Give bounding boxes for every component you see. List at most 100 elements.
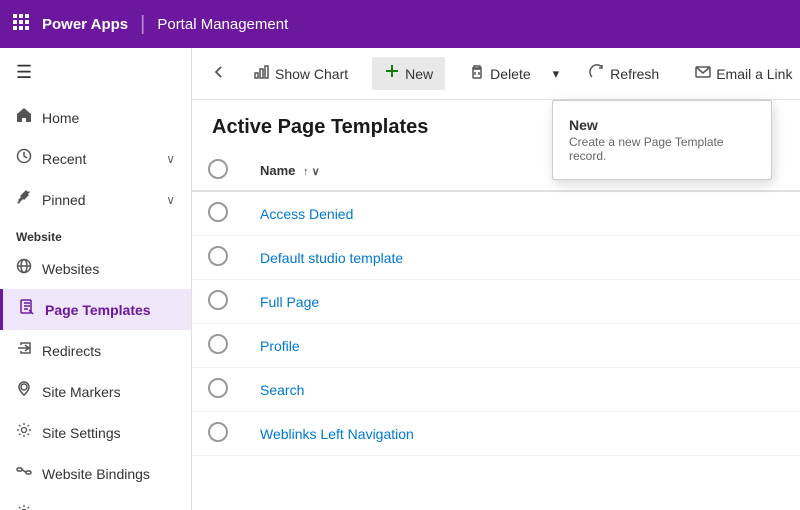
row-link[interactable]: Full Page [260, 294, 319, 310]
new-label: New [405, 66, 433, 82]
row-name-cell: Weblinks Left Navigation [244, 412, 800, 456]
refresh-icon [589, 64, 605, 83]
sidebar-item-pinned[interactable]: Pinned ∨ [0, 179, 191, 220]
main-content: Show Chart New Delete ▾ [192, 48, 800, 510]
row-link[interactable]: Default studio template [260, 250, 403, 266]
row-checkbox-cell [192, 191, 244, 236]
table-row: Full Page [192, 280, 800, 324]
table-row: Profile [192, 324, 800, 368]
row-checkbox-cell [192, 412, 244, 456]
sidebar-item-settings-label: Settings [42, 507, 93, 510]
sidebar-item-home-label: Home [42, 110, 79, 126]
recent-icon [16, 148, 32, 169]
sidebar-item-recent-label: Recent [42, 151, 86, 167]
top-bar-divider: | [140, 13, 145, 36]
row-checkbox[interactable] [208, 378, 228, 398]
sidebar-item-settings[interactable]: Settings [0, 494, 191, 510]
row-link[interactable]: Search [260, 382, 304, 398]
table-row: Access Denied [192, 191, 800, 236]
row-name-cell: Search [244, 368, 800, 412]
column-name-label: Name [260, 163, 295, 178]
delete-button[interactable]: Delete [457, 58, 542, 89]
table-header-checkbox [192, 151, 244, 191]
site-markers-icon [16, 381, 32, 402]
sidebar-item-website-bindings-label: Website Bindings [42, 466, 150, 482]
header-checkbox[interactable] [208, 159, 228, 179]
recent-chevron-icon: ∨ [166, 152, 175, 166]
row-checkbox-cell [192, 324, 244, 368]
row-checkbox-cell [192, 280, 244, 324]
row-checkbox[interactable] [208, 334, 228, 354]
settings-icon [16, 504, 32, 510]
sidebar-item-site-settings-label: Site Settings [42, 425, 121, 441]
sidebar-item-websites-label: Websites [42, 261, 99, 277]
new-button[interactable]: New [372, 57, 445, 90]
pinned-icon [16, 189, 32, 210]
row-checkbox-cell [192, 236, 244, 280]
delete-dropdown-button[interactable]: ▾ [547, 60, 566, 88]
sidebar-item-home[interactable]: Home [0, 97, 191, 138]
row-checkbox[interactable] [208, 290, 228, 310]
back-button[interactable] [200, 59, 238, 88]
hamburger-button[interactable]: ☰ [0, 48, 191, 97]
page-templates-icon [19, 299, 35, 320]
table-row: Weblinks Left Navigation [192, 412, 800, 456]
row-checkbox-cell [192, 368, 244, 412]
sidebar-item-websites[interactable]: Websites [0, 248, 191, 289]
row-name-cell: Full Page [244, 280, 800, 324]
sidebar-item-site-settings[interactable]: Site Settings [0, 412, 191, 453]
app-name: Portal Management [157, 16, 288, 33]
row-name-cell: Default studio template [244, 236, 800, 280]
sidebar-section-website: Website [0, 220, 191, 248]
sidebar-item-page-templates[interactable]: Page Templates [0, 289, 191, 330]
top-bar: Power Apps | Portal Management [0, 0, 800, 48]
row-link[interactable]: Weblinks Left Navigation [260, 426, 414, 442]
site-settings-icon [16, 422, 32, 443]
sort-icon: ↑ ∨ [303, 166, 320, 178]
email-link-label: Email a Link [716, 66, 792, 82]
sidebar-item-page-templates-label: Page Templates [45, 302, 151, 318]
new-icon [384, 63, 400, 84]
dropdown-new-description: Create a new Page Template record. [569, 135, 755, 163]
show-chart-button[interactable]: Show Chart [242, 58, 360, 89]
refresh-label: Refresh [610, 66, 659, 82]
row-checkbox[interactable] [208, 202, 228, 222]
row-checkbox[interactable] [208, 422, 228, 442]
table-row: Default studio template [192, 236, 800, 280]
pinned-chevron-icon: ∨ [166, 193, 175, 207]
sidebar-item-site-markers[interactable]: Site Markers [0, 371, 191, 412]
sidebar: ☰ Home Recent ∨ Pinned ∨ Website [0, 48, 192, 510]
websites-icon [16, 258, 32, 279]
sidebar-item-site-markers-label: Site Markers [42, 384, 121, 400]
row-name-cell: Access Denied [244, 191, 800, 236]
redirects-icon [16, 340, 32, 361]
row-link[interactable]: Profile [260, 338, 300, 354]
refresh-button[interactable]: Refresh [577, 58, 671, 89]
table-row: Search [192, 368, 800, 412]
back-icon [212, 65, 226, 82]
email-icon [695, 64, 711, 83]
main-layout: ☰ Home Recent ∨ Pinned ∨ Website [0, 48, 800, 510]
sidebar-item-redirects[interactable]: Redirects [0, 330, 191, 371]
sidebar-item-recent[interactable]: Recent ∨ [0, 138, 191, 179]
sidebar-item-redirects-label: Redirects [42, 343, 101, 359]
chart-icon [254, 64, 270, 83]
website-bindings-icon [16, 463, 32, 484]
app-logo: Power Apps [42, 16, 128, 33]
toolbar: Show Chart New Delete ▾ [192, 48, 800, 100]
sidebar-item-website-bindings[interactable]: Website Bindings [0, 453, 191, 494]
new-dropdown-popup: New Create a new Page Template record. [552, 100, 772, 180]
email-link-button[interactable]: Email a Link [683, 58, 800, 89]
dropdown-new-item[interactable]: New Create a new Page Template record. [553, 109, 771, 171]
delete-label: Delete [490, 66, 530, 82]
sidebar-item-pinned-label: Pinned [42, 192, 86, 208]
show-chart-label: Show Chart [275, 66, 348, 82]
row-checkbox[interactable] [208, 246, 228, 266]
row-link[interactable]: Access Denied [260, 206, 353, 222]
delete-icon [469, 64, 485, 83]
row-name-cell: Profile [244, 324, 800, 368]
dropdown-new-title: New [569, 117, 755, 133]
records-table: Name ↑ ∨ Access Denied Default studio te… [192, 151, 800, 456]
apps-icon[interactable] [12, 13, 30, 36]
home-icon [16, 107, 32, 128]
